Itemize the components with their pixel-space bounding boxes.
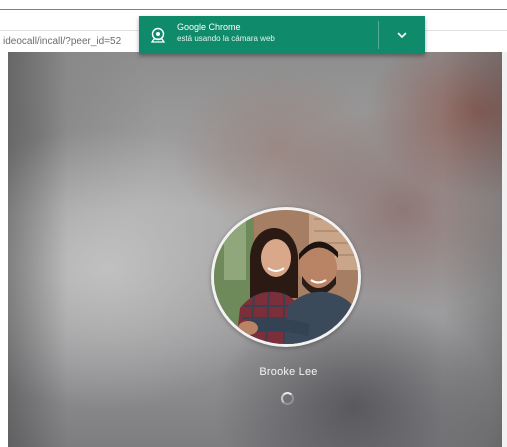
webcam-icon — [139, 16, 177, 54]
avatar-photo — [214, 210, 358, 344]
notification-text: Google Chrome está usando la cámara web — [177, 16, 378, 54]
notification-expand-button[interactable] — [379, 16, 425, 54]
browser-window: ideocall/incall/?peer_id=52 Brooke Lee G… — [0, 0, 507, 447]
scrollbar[interactable] — [502, 52, 507, 447]
tab-strip — [0, 0, 507, 10]
notification-message: está usando la cámara web — [177, 34, 275, 43]
loading-spinner-icon — [281, 392, 294, 405]
caller-name: Brooke Lee — [259, 366, 318, 378]
caller-avatar — [211, 207, 361, 347]
url-text[interactable]: ideocall/incall/?peer_id=52 — [3, 36, 121, 47]
notification-title: Google Chrome — [177, 22, 241, 32]
chevron-down-icon — [397, 32, 407, 38]
camera-in-use-notification[interactable]: Google Chrome está usando la cámara web — [139, 16, 425, 54]
